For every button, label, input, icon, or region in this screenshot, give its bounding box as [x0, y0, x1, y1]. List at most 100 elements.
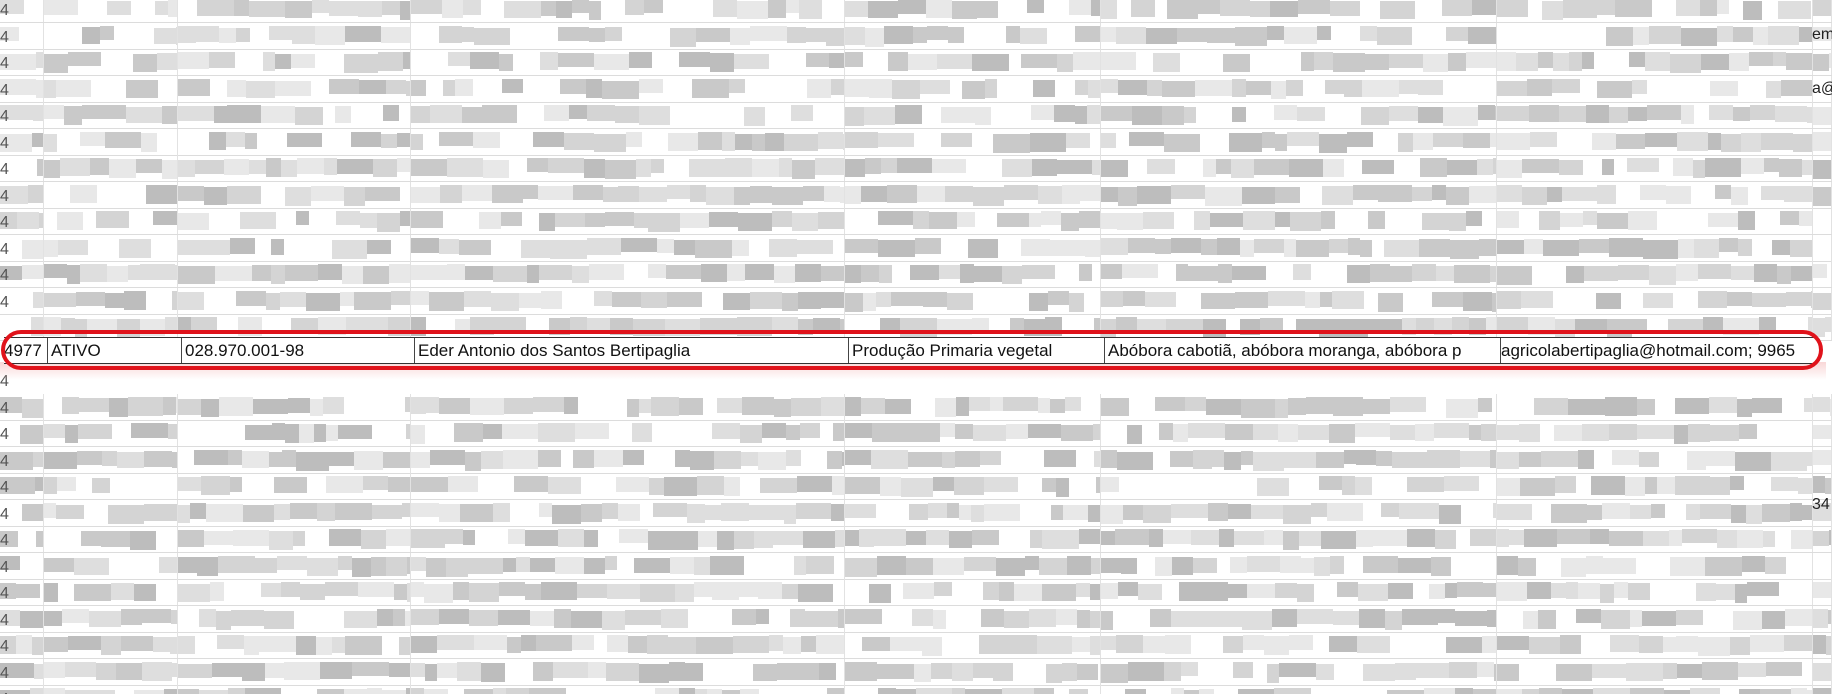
obscured-cell[interactable] [1813, 182, 1832, 208]
obscured-cell[interactable] [845, 447, 1101, 473]
table-row[interactable] [0, 659, 1832, 686]
obscured-cell[interactable] [1497, 394, 1813, 420]
obscured-cell[interactable] [44, 447, 178, 473]
table-row[interactable] [0, 447, 1832, 474]
obscured-cell[interactable] [411, 0, 845, 22]
obscured-cell[interactable] [1813, 606, 1832, 632]
obscured-cell[interactable] [44, 76, 178, 102]
name-cell[interactable]: Eder Antonio dos Santos Bertipaglia [415, 338, 849, 363]
row-id-cell[interactable]: 4977 [4, 338, 48, 363]
obscured-cell[interactable] [178, 129, 411, 155]
obscured-cell[interactable] [1497, 473, 1813, 499]
obscured-cell[interactable] [411, 606, 845, 632]
obscured-cell[interactable] [1813, 632, 1832, 658]
obscured-cell[interactable] [1497, 447, 1813, 473]
obscured-cell[interactable] [44, 235, 178, 261]
obscured-cell[interactable] [178, 155, 411, 181]
cpf-cell[interactable]: 028.970.001-98 [182, 338, 415, 363]
obscured-cell[interactable] [845, 102, 1101, 128]
obscured-cell[interactable] [1101, 500, 1497, 526]
obscured-cell[interactable] [1101, 23, 1497, 49]
obscured-cell[interactable] [1497, 261, 1813, 287]
status-cell[interactable]: ATIVO [48, 338, 182, 363]
obscured-cell[interactable] [1101, 447, 1497, 473]
obscured-cell[interactable] [411, 235, 845, 261]
obscured-cell[interactable] [411, 288, 845, 314]
obscured-cell[interactable] [44, 49, 178, 75]
obscured-cell[interactable] [411, 129, 845, 155]
obscured-cell[interactable] [845, 473, 1101, 499]
obscured-cell[interactable] [1497, 606, 1813, 632]
obscured-cell[interactable] [411, 155, 845, 181]
obscured-cell[interactable] [44, 182, 178, 208]
obscured-cell[interactable] [1813, 49, 1832, 75]
obscured-cell[interactable] [1813, 420, 1832, 446]
obscured-cell[interactable] [44, 129, 178, 155]
obscured-cell[interactable] [1101, 208, 1497, 234]
obscured-cell[interactable] [178, 49, 411, 75]
obscured-cell[interactable] [1497, 49, 1813, 75]
obscured-cell[interactable] [1497, 155, 1813, 181]
obscured-cell[interactable] [411, 553, 845, 579]
table-row[interactable] [0, 632, 1832, 659]
obscured-cell[interactable] [1497, 685, 1813, 694]
table-row[interactable] [0, 526, 1832, 553]
obscured-cell[interactable] [1101, 632, 1497, 658]
obscured-cell[interactable] [845, 208, 1101, 234]
table-row[interactable] [0, 420, 1832, 447]
obscured-cell[interactable] [1813, 129, 1832, 155]
obscured-cell[interactable] [1101, 579, 1497, 605]
obscured-cell[interactable] [1101, 394, 1497, 420]
obscured-cell[interactable] [1101, 261, 1497, 287]
obscured-cell[interactable] [44, 394, 178, 420]
obscured-cell[interactable] [178, 76, 411, 102]
obscured-cell[interactable] [411, 632, 845, 658]
table-row[interactable] [0, 0, 1832, 23]
obscured-cell[interactable] [44, 685, 178, 694]
obscured-cell[interactable] [1497, 208, 1813, 234]
obscured-cell[interactable] [1101, 553, 1497, 579]
table-row[interactable] [0, 49, 1832, 76]
obscured-cell[interactable] [1813, 155, 1832, 181]
obscured-cell[interactable] [178, 420, 411, 446]
obscured-cell[interactable] [44, 288, 178, 314]
obscured-cell[interactable] [1497, 76, 1813, 102]
obscured-cell[interactable] [1813, 447, 1832, 473]
obscured-cell[interactable] [1101, 0, 1497, 22]
table-row[interactable] [0, 606, 1832, 633]
obscured-cell[interactable] [1497, 129, 1813, 155]
table-row[interactable] [0, 394, 1832, 421]
obscured-cell[interactable] [845, 235, 1101, 261]
obscured-cell[interactable] [1497, 0, 1813, 22]
obscured-cell[interactable] [1813, 553, 1832, 579]
obscured-cell[interactable] [44, 420, 178, 446]
obscured-cell[interactable] [44, 632, 178, 658]
obscured-cell[interactable] [178, 500, 411, 526]
obscured-cell[interactable] [1101, 49, 1497, 75]
obscured-cell[interactable] [44, 553, 178, 579]
obscured-cell[interactable] [1497, 526, 1813, 552]
obscured-cell[interactable] [44, 606, 178, 632]
obscured-cell[interactable] [1101, 102, 1497, 128]
obscured-cell[interactable] [178, 288, 411, 314]
obscured-cell[interactable] [1497, 579, 1813, 605]
obscured-cell[interactable] [845, 632, 1101, 658]
obscured-cell[interactable] [178, 447, 411, 473]
highlighted-table-row[interactable]: 4977 ATIVO 028.970.001-98 Eder Antonio d… [4, 337, 1817, 364]
obscured-cell[interactable] [845, 526, 1101, 552]
obscured-cell[interactable] [44, 659, 178, 685]
obscured-cell[interactable] [44, 208, 178, 234]
obscured-cell[interactable] [1101, 526, 1497, 552]
obscured-cell[interactable] [411, 208, 845, 234]
obscured-cell[interactable] [1101, 155, 1497, 181]
table-row[interactable] [0, 553, 1832, 580]
obscured-cell[interactable] [178, 261, 411, 287]
table-row[interactable] [0, 23, 1832, 50]
obscured-cell[interactable] [411, 659, 845, 685]
obscured-cell[interactable] [44, 155, 178, 181]
table-row[interactable] [0, 500, 1832, 527]
obscured-cell[interactable] [178, 632, 411, 658]
obscured-cell[interactable] [845, 579, 1101, 605]
obscured-cell[interactable] [845, 182, 1101, 208]
obscured-cell[interactable] [845, 129, 1101, 155]
